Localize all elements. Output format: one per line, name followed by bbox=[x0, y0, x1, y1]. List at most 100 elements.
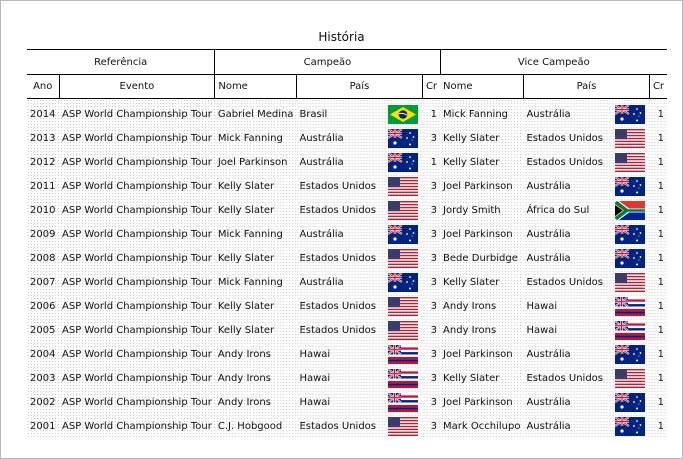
cell-vice-pais: Estados Unidos bbox=[523, 150, 649, 174]
australia-flag-icon bbox=[615, 248, 646, 268]
champ-pais-label: Estados Unidos bbox=[299, 300, 376, 312]
cell-champ-cr: 3 bbox=[430, 324, 438, 336]
australia-flag-icon bbox=[388, 272, 419, 292]
usa-flag-icon bbox=[388, 200, 419, 220]
cell-evento: ASP World Championship Tour bbox=[62, 324, 212, 336]
table-row: 2011 ASP World Championship Tour Kelly Sla… bbox=[27, 174, 668, 198]
cell-champ-pais: Austrália bbox=[296, 270, 422, 294]
champ-pais-label: Austrália bbox=[299, 156, 344, 168]
cell-vice-cr: 1 bbox=[657, 276, 665, 288]
australia-flag-icon bbox=[615, 176, 646, 196]
col-header-champ-cr: Cr bbox=[421, 74, 441, 99]
cell-champ-nome: Kelly Slater bbox=[217, 324, 275, 336]
group-header-vice: Vice Campeão bbox=[439, 49, 668, 75]
table-row: 2012 ASP World Championship Tour Joel Park… bbox=[27, 150, 668, 174]
table-row: 2001 ASP World Championship Tour C.J. Hobg… bbox=[27, 414, 668, 438]
hawaii-flag-icon bbox=[615, 296, 646, 316]
cell-champ-pais: Brasil bbox=[296, 99, 422, 127]
cell-champ-nome: Mick Fanning bbox=[217, 132, 283, 144]
vice-pais-label: Austrália bbox=[526, 348, 571, 360]
cell-vice-nome: Kelly Slater bbox=[443, 372, 500, 384]
champ-pais-label: Estados Unidos bbox=[299, 324, 376, 336]
col-header-evento: Evento bbox=[58, 74, 215, 99]
cell-champ-nome: Gabriel Medina bbox=[217, 108, 294, 120]
cell-vice-pais: África do Sul bbox=[523, 198, 649, 222]
cell-champ-cr: 3 bbox=[430, 372, 438, 384]
cell-champ-cr: 3 bbox=[430, 276, 438, 288]
vice-pais-label: Estados Unidos bbox=[526, 276, 603, 288]
table-row: 2004 ASP World Championship Tour Andy Iron… bbox=[27, 342, 668, 366]
cell-vice-nome: Mick Fanning bbox=[443, 108, 509, 120]
cell-evento: ASP World Championship Tour bbox=[62, 132, 212, 144]
table-row: 2009 ASP World Championship Tour Mick Fann… bbox=[27, 222, 668, 246]
cell-vice-cr: 1 bbox=[657, 396, 665, 408]
cell-vice-nome: Andy Irons bbox=[443, 300, 497, 312]
cell-champ-nome: Andy Irons bbox=[217, 372, 271, 384]
table-row: 2013 ASP World Championship Tour Mick Fann… bbox=[27, 126, 668, 150]
cell-champ-cr: 3 bbox=[430, 252, 438, 264]
australia-flag-icon bbox=[615, 104, 646, 124]
table-title: História bbox=[318, 30, 365, 44]
cell-vice-nome: Kelly Slater bbox=[443, 132, 500, 144]
cell-champ-pais: Hawai bbox=[296, 342, 422, 366]
cell-vice-nome: Joel Parkinson bbox=[443, 180, 513, 192]
usa-flag-icon bbox=[388, 176, 419, 196]
cell-champ-nome: C.J. Hobgood bbox=[217, 420, 283, 432]
cell-champ-cr: 3 bbox=[430, 132, 438, 144]
cell-evento: ASP World Championship Tour bbox=[62, 396, 212, 408]
cell-vice-nome: Kelly Slater bbox=[443, 276, 500, 288]
cell-vice-nome: Joel Parkinson bbox=[443, 228, 513, 240]
cell-champ-pais: Hawai bbox=[296, 366, 422, 390]
cell-evento: ASP World Championship Tour bbox=[62, 276, 212, 288]
cell-ano: 2014 bbox=[30, 108, 56, 120]
table-row: 2007 ASP World Championship Tour Mick Fann… bbox=[27, 270, 668, 294]
champ-pais-label: Estados Unidos bbox=[299, 420, 376, 432]
cell-champ-pais: Hawai bbox=[296, 390, 422, 414]
cell-ano: 2005 bbox=[30, 324, 56, 336]
cell-champ-nome: Mick Fanning bbox=[217, 228, 283, 240]
cell-evento: ASP World Championship Tour bbox=[62, 420, 212, 432]
vice-pais-label: África do Sul bbox=[526, 204, 590, 216]
cell-champ-pais: Estados Unidos bbox=[296, 318, 422, 342]
cell-vice-cr: 1 bbox=[657, 348, 665, 360]
cell-ano: 2013 bbox=[30, 132, 56, 144]
champ-pais-label: Austrália bbox=[299, 132, 344, 144]
vice-pais-label: Estados Unidos bbox=[526, 156, 603, 168]
table-row: 2010 ASP World Championship Tour Kelly Sla… bbox=[27, 198, 668, 222]
cell-champ-nome: Mick Fanning bbox=[217, 276, 283, 288]
cell-vice-pais: Hawai bbox=[523, 318, 649, 342]
champ-pais-label: Brasil bbox=[299, 108, 328, 120]
hawaii-flag-icon bbox=[615, 320, 646, 340]
cell-ano: 2010 bbox=[30, 204, 56, 216]
champ-pais-label: Hawai bbox=[299, 348, 331, 360]
usa-flag-icon bbox=[615, 152, 646, 172]
cell-vice-pais: Austrália bbox=[523, 222, 649, 246]
champ-pais-label: Austrália bbox=[299, 228, 344, 240]
cell-vice-pais: Austrália bbox=[523, 99, 649, 127]
cell-champ-pais: Austrália bbox=[296, 222, 422, 246]
cell-vice-nome: Andy Irons bbox=[443, 324, 497, 336]
vice-pais-label: Estados Unidos bbox=[526, 372, 603, 384]
cell-ano: 2012 bbox=[30, 156, 56, 168]
group-header-campeao: Campeão bbox=[214, 49, 441, 75]
champ-pais-label: Austrália bbox=[299, 276, 344, 288]
cell-champ-cr: 3 bbox=[430, 300, 438, 312]
cell-vice-pais: Austrália bbox=[523, 246, 649, 270]
cell-champ-nome: Joel Parkinson bbox=[217, 156, 288, 168]
col-header-vice-nome: Nome bbox=[440, 74, 524, 99]
vice-pais-label: Austrália bbox=[526, 396, 571, 408]
col-header-champ-nome: Nome bbox=[214, 74, 297, 99]
cell-ano: 2007 bbox=[30, 276, 56, 288]
champ-pais-label: Hawai bbox=[299, 396, 331, 408]
usa-flag-icon bbox=[388, 416, 419, 436]
cell-ano: 2006 bbox=[30, 300, 56, 312]
australia-flag-icon bbox=[388, 224, 419, 244]
vice-pais-label: Austrália bbox=[526, 252, 571, 264]
cell-vice-cr: 1 bbox=[657, 180, 665, 192]
cell-vice-cr: 1 bbox=[657, 204, 665, 216]
cell-vice-nome: Mark Occhilupo bbox=[443, 420, 521, 432]
col-header-champ-pais: País bbox=[295, 74, 423, 99]
group-header-referencia: Referência bbox=[27, 49, 215, 75]
cell-champ-cr: 3 bbox=[430, 204, 438, 216]
cell-champ-nome: Kelly Slater bbox=[217, 180, 275, 192]
